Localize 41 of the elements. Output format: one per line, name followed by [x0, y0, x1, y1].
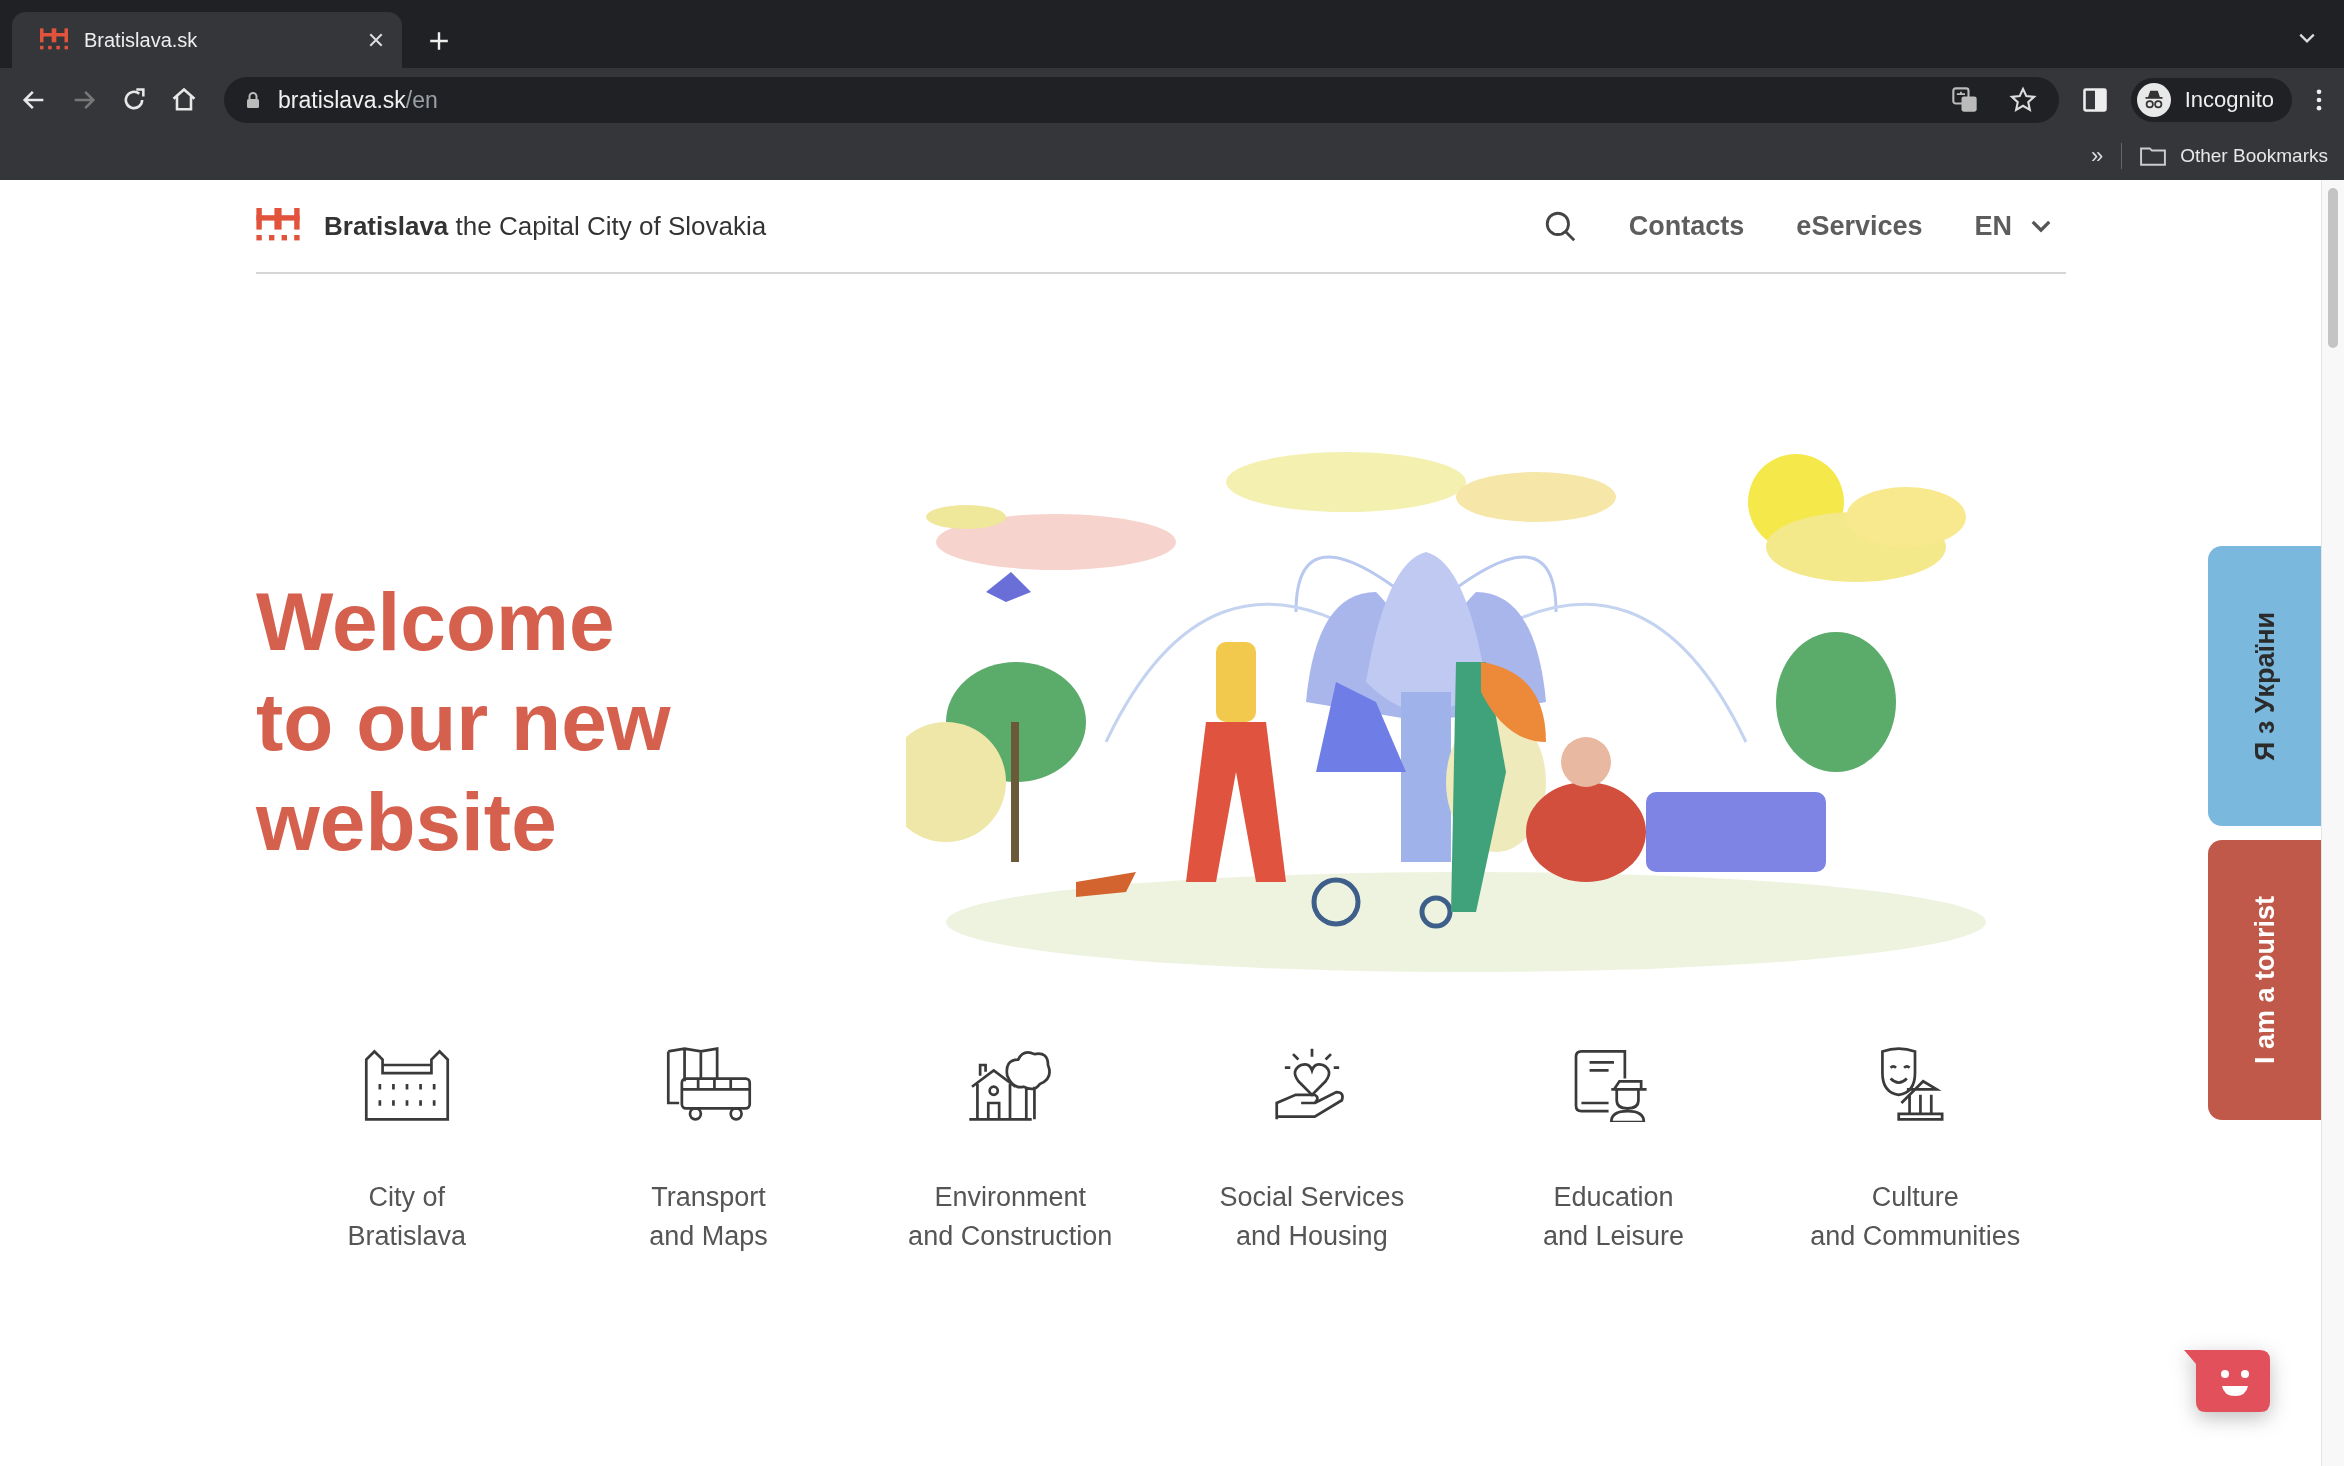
- welcome-heading: Welcome to our new website: [256, 575, 672, 869]
- url-text: bratislava.sk/en: [278, 86, 438, 114]
- site-title[interactable]: Bratislava the Capital City of Slovakia: [324, 210, 767, 242]
- side-tab[interactable]: I am a tourist: [2208, 840, 2322, 1120]
- city-logo-icon: [40, 28, 68, 52]
- close-icon[interactable]: [368, 32, 384, 48]
- side-panel-icon[interactable]: [2080, 86, 2109, 114]
- category-link[interactable]: Environment and Construction: [859, 1046, 1161, 1256]
- category-link[interactable]: Education and Leisure: [1462, 1046, 1765, 1256]
- category-label: Environment and Construction: [908, 1181, 1113, 1253]
- category-link[interactable]: Transport and Maps: [557, 1046, 860, 1256]
- incognito-profile-button[interactable]: Incognito: [2130, 78, 2292, 122]
- chevron-down-icon[interactable]: [2298, 32, 2316, 44]
- category-link[interactable]: Social Services and Housing: [1161, 1046, 1463, 1256]
- tab-title: Bratislava.sk: [84, 28, 199, 52]
- bus-and-map-icon: [664, 1046, 753, 1122]
- lock-icon: [246, 91, 260, 109]
- nav-link[interactable]: Contacts: [1628, 210, 1745, 242]
- new-tab-icon[interactable]: [428, 30, 450, 52]
- address-bar[interactable]: bratislava.sk/en: [224, 77, 2059, 123]
- scrollbar-thumb[interactable]: [2328, 188, 2338, 348]
- category-label: Education and Leisure: [1542, 1181, 1685, 1253]
- chevron-down-icon: [2030, 219, 2052, 233]
- category-label: Social Services and Housing: [1219, 1181, 1405, 1253]
- folder-icon: [2140, 146, 2167, 166]
- category-link[interactable]: Culture and Communities: [1764, 1046, 2067, 1256]
- category-label: Transport and Maps: [649, 1181, 768, 1253]
- incognito-icon: [2136, 83, 2171, 117]
- home-icon[interactable]: [170, 86, 198, 114]
- category-label: City of Bratislava: [347, 1181, 467, 1253]
- category-link[interactable]: City of Bratislava: [256, 1046, 558, 1256]
- bookmarks-overflow[interactable]: »: [2090, 143, 2104, 169]
- side-tab[interactable]: Я з України: [2208, 546, 2322, 826]
- browser-tab[interactable]: Bratislava.sk: [12, 12, 402, 68]
- star-icon[interactable]: [2008, 86, 2037, 114]
- category-label: Culture and Communities: [1810, 1181, 2021, 1253]
- nav-link[interactable]: eServices: [1796, 210, 1923, 242]
- chat-bot-icon[interactable]: [2184, 1350, 2270, 1412]
- bookmark-folder[interactable]: Other Bookmarks: [2140, 145, 2328, 167]
- translate-icon[interactable]: [1950, 86, 1979, 114]
- language-selector[interactable]: EN: [1974, 210, 2052, 242]
